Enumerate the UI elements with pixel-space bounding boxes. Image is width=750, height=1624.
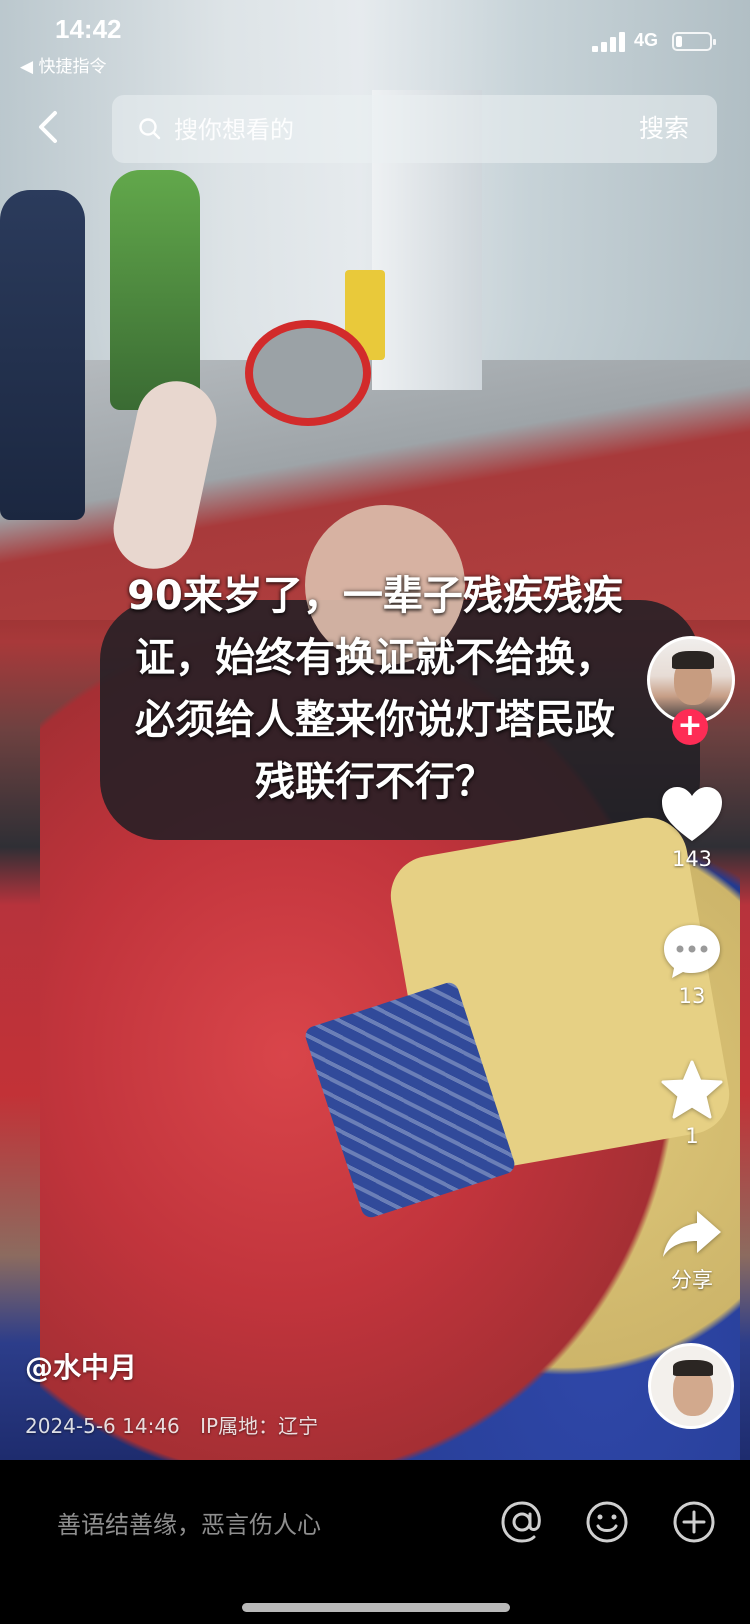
network-type: 4G	[634, 30, 659, 50]
back-to-app-link[interactable]: ◀ 快捷指令	[20, 52, 106, 77]
video-caption: 90来岁了，一辈子残疾残疾 证，始终有换证就不给换， 必须给人整来你说灯塔民政 …	[127, 573, 623, 805]
back-arrow-icon[interactable]	[28, 105, 72, 149]
post-datetime: 2024-5-6 14:46	[25, 1414, 180, 1438]
share-button[interactable]: 分享	[647, 1208, 737, 1294]
emoji-icon[interactable]	[583, 1498, 631, 1546]
author-name[interactable]: @水中月	[25, 1346, 137, 1386]
favorite-button[interactable]: 1	[647, 1060, 737, 1148]
post-meta: 2024-5-6 14:46 IP属地：辽宁	[25, 1410, 332, 1439]
add-icon[interactable]	[670, 1498, 718, 1546]
comment-count: 13	[678, 984, 706, 1008]
battery-icon	[672, 32, 716, 51]
like-button[interactable]: 143	[647, 785, 737, 871]
comment-button[interactable]: 13	[647, 922, 737, 1008]
search-button[interactable]: 搜索	[633, 105, 695, 153]
comment-icon	[664, 925, 720, 978]
share-label: 分享	[671, 1268, 713, 1292]
scene-person	[110, 170, 200, 410]
music-disc-avatar[interactable]	[648, 1343, 734, 1429]
ip-location: IP属地：辽宁	[200, 1414, 319, 1438]
status-bar: 14:42 ◀ 快捷指令 4G	[0, 0, 750, 77]
at-icon[interactable]	[498, 1498, 546, 1546]
scene-mirror	[245, 320, 371, 426]
status-time: 14:42	[55, 14, 122, 44]
like-count: 143	[671, 847, 713, 871]
share-icon	[663, 1211, 721, 1257]
favorite-count: 1	[685, 1124, 699, 1148]
star-icon	[661, 1060, 723, 1119]
home-indicator	[242, 1603, 510, 1612]
heart-icon	[662, 787, 722, 841]
search-input[interactable]	[172, 109, 576, 151]
search-bar[interactable]: 搜索	[112, 95, 717, 163]
search-icon	[138, 117, 162, 141]
signal-icon	[592, 32, 626, 52]
comment-input[interactable]	[55, 1504, 479, 1546]
comment-bar	[0, 1460, 750, 1624]
follow-button[interactable]: +	[672, 709, 708, 745]
scene-person	[0, 190, 85, 520]
